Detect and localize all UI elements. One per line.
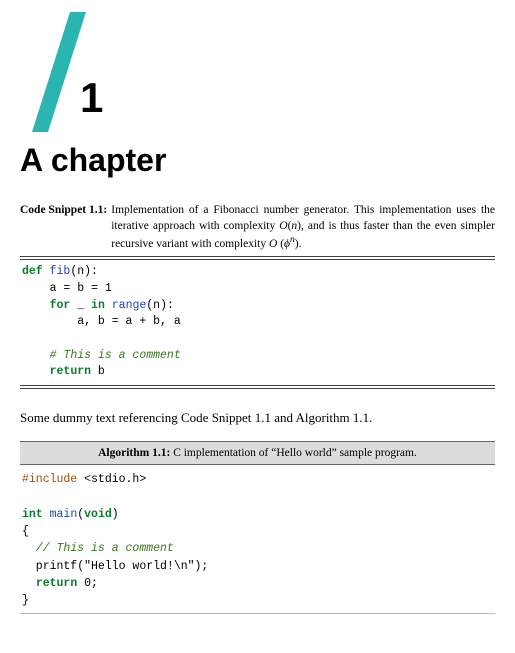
chapter-title: A chapter: [20, 142, 495, 179]
algorithm-label: Algorithm 1.1:: [98, 447, 170, 459]
slash-decoration: [32, 12, 122, 132]
code-snippet-box: def fib(n): a = b = 1 for _ in range(n):…: [20, 256, 495, 389]
snippet-label: Code Snippet 1.1:: [20, 203, 111, 252]
chapter-header: 1: [20, 18, 495, 138]
algorithm-caption: C implementation of “Hello world” sample…: [170, 447, 417, 459]
body-paragraph: Some dummy text referencing Code Snippet…: [20, 409, 495, 427]
algorithm-box: #include <stdio.h> int main(void) { // T…: [20, 465, 495, 614]
python-code: def fib(n): a = b = 1 for _ in range(n):…: [20, 260, 495, 385]
c-code: #include <stdio.h> int main(void) { // T…: [20, 465, 495, 613]
snippet-caption-text: Implementation of a Fibonacci number gen…: [111, 203, 495, 252]
chapter-number: 1: [80, 74, 103, 122]
snippet-caption: Code Snippet 1.1: Implementation of a Fi…: [20, 203, 495, 252]
algorithm-header: Algorithm 1.1: C implementation of “Hell…: [20, 441, 495, 465]
